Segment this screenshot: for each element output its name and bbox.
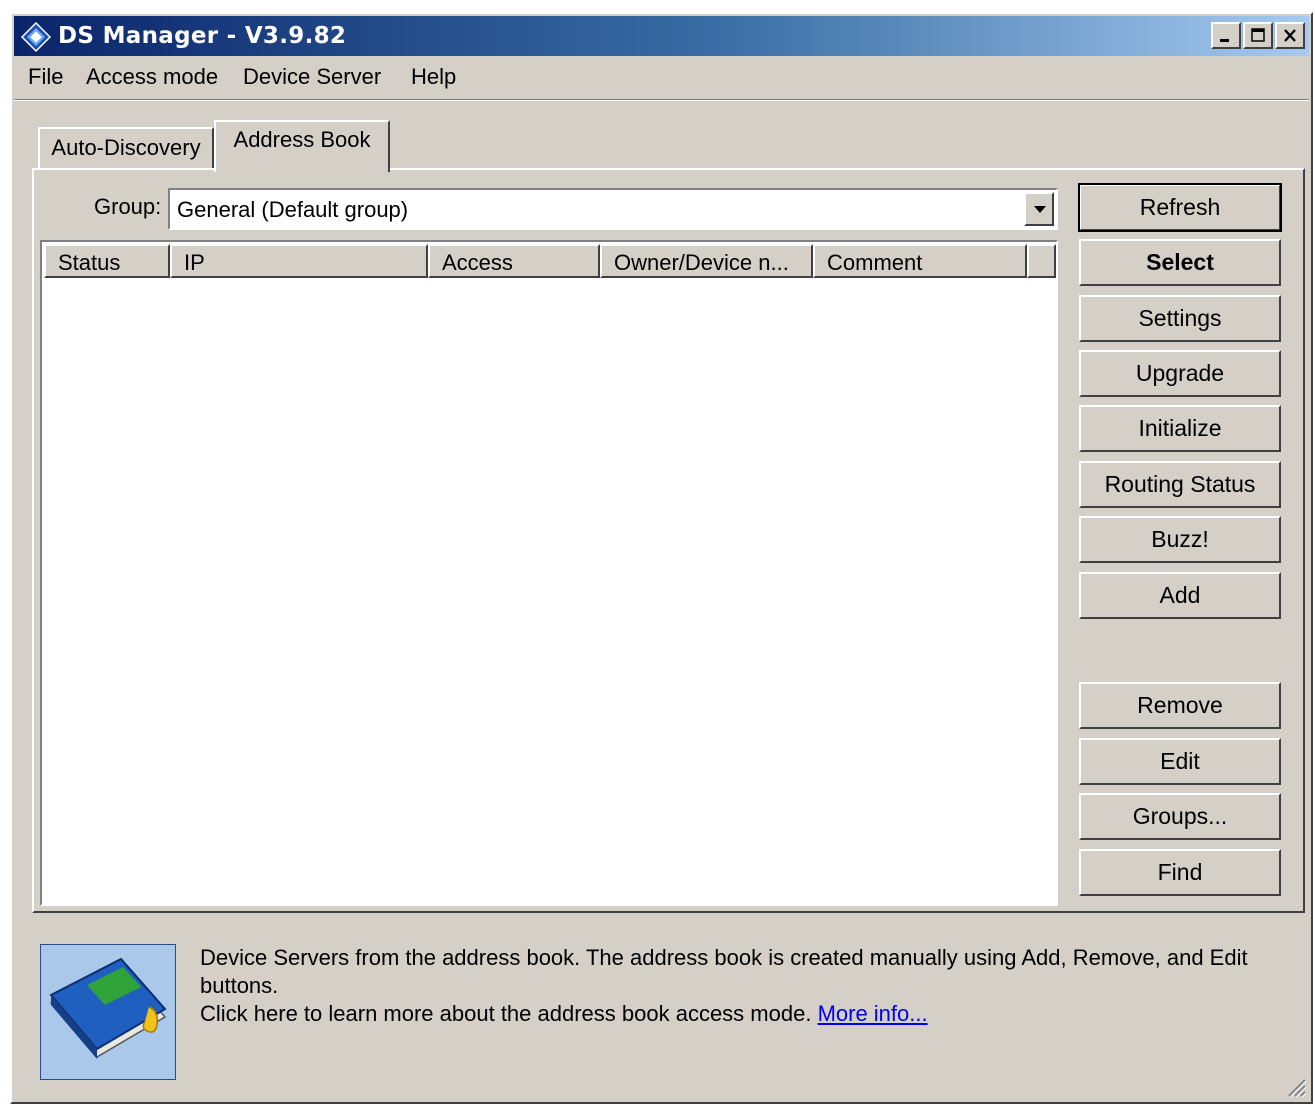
menu-file[interactable]: File bbox=[22, 64, 69, 90]
app-icon bbox=[20, 21, 52, 53]
close-icon bbox=[1284, 29, 1296, 42]
column-header-status[interactable]: Status bbox=[44, 244, 170, 278]
footer-help-line: Click here to learn more about the addre… bbox=[200, 1000, 1295, 1028]
upgrade-button[interactable]: Upgrade bbox=[1079, 350, 1281, 397]
settings-button[interactable]: Settings bbox=[1079, 295, 1281, 342]
find-button[interactable]: Find bbox=[1079, 849, 1281, 896]
menu-access-mode[interactable]: Access mode bbox=[80, 64, 224, 90]
maximize-icon bbox=[1251, 28, 1265, 42]
menu-bar: File Access mode Device Server Help bbox=[14, 60, 1309, 96]
footer-description: Device Servers from the address book. Th… bbox=[200, 944, 1295, 1028]
resize-grip-icon[interactable] bbox=[1285, 1076, 1307, 1098]
maximize-button[interactable] bbox=[1243, 22, 1273, 49]
routing-status-button[interactable]: Routing Status bbox=[1079, 461, 1281, 508]
chevron-down-icon bbox=[1034, 206, 1046, 213]
groups-button[interactable]: Groups... bbox=[1079, 793, 1281, 840]
device-list[interactable]: Status IP Access Owner/Device n... Comme… bbox=[40, 240, 1058, 906]
refresh-button[interactable]: Refresh bbox=[1078, 183, 1282, 232]
title-bar[interactable]: DS Manager - V3.9.82 bbox=[14, 16, 1309, 56]
remove-button[interactable]: Remove bbox=[1079, 682, 1281, 729]
tab-address-book[interactable]: Address Book bbox=[214, 120, 390, 172]
window-title: DS Manager - V3.9.82 bbox=[58, 23, 347, 49]
list-body[interactable] bbox=[44, 280, 1054, 902]
group-label: Group: bbox=[94, 194, 162, 219]
menu-divider bbox=[14, 99, 1309, 101]
select-button[interactable]: Select bbox=[1079, 239, 1281, 286]
footer-info-text: Device Servers from the address book. Th… bbox=[200, 945, 1248, 998]
list-header: Status IP Access Owner/Device n... Comme… bbox=[44, 244, 1056, 280]
column-header-access[interactable]: Access bbox=[428, 244, 600, 278]
group-dropdown-button[interactable] bbox=[1024, 192, 1054, 226]
group-select[interactable]: General (Default group) bbox=[168, 188, 1058, 230]
minimize-button[interactable] bbox=[1211, 22, 1241, 49]
address-book-icon bbox=[40, 944, 176, 1080]
column-header-comment[interactable]: Comment bbox=[813, 244, 1027, 278]
more-info-link[interactable]: More info... bbox=[818, 1001, 928, 1026]
menu-device-server[interactable]: Device Server bbox=[237, 64, 387, 90]
group-select-value: General (Default group) bbox=[177, 197, 409, 222]
column-header-owner-device[interactable]: Owner/Device n... bbox=[600, 244, 813, 278]
column-header-ip[interactable]: IP bbox=[170, 244, 428, 278]
minimize-icon bbox=[1220, 39, 1229, 42]
tab-auto-discovery[interactable]: Auto-Discovery bbox=[38, 127, 214, 169]
edit-button[interactable]: Edit bbox=[1079, 738, 1281, 785]
buzz-button[interactable]: Buzz! bbox=[1079, 516, 1281, 563]
column-header-filler bbox=[1027, 244, 1056, 278]
add-button[interactable]: Add bbox=[1079, 572, 1281, 619]
initialize-button[interactable]: Initialize bbox=[1079, 405, 1281, 452]
app-window: DS Manager - V3.9.82 File Access mode De… bbox=[10, 12, 1313, 1104]
close-button[interactable] bbox=[1275, 22, 1305, 49]
menu-help[interactable]: Help bbox=[405, 64, 462, 90]
footer-help-text: Click here to learn more about the addre… bbox=[200, 1001, 812, 1026]
